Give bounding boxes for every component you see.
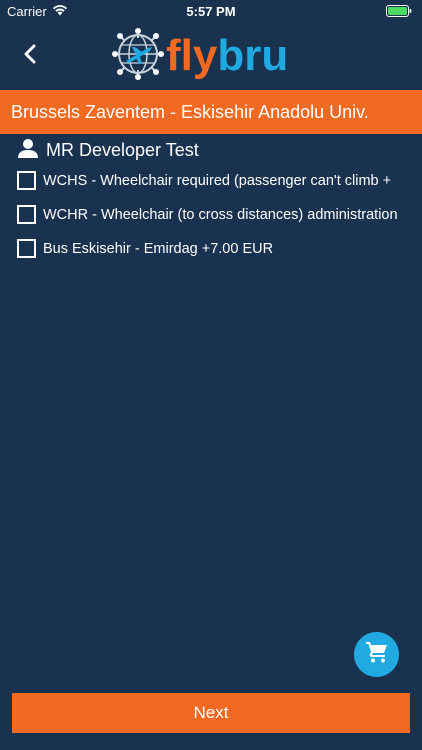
option-label: WCHR - Wheelchair (to cross distances) a… bbox=[43, 206, 398, 223]
option-wchs[interactable]: WCHS - Wheelchair required (passenger ca… bbox=[17, 169, 422, 192]
person-icon bbox=[18, 138, 38, 163]
chevron-left-icon bbox=[23, 44, 37, 69]
logo-text-bru: bru bbox=[217, 31, 289, 80]
battery-icon bbox=[386, 5, 412, 17]
shopping-cart-icon bbox=[365, 640, 389, 669]
service-options-list: WCHS - Wheelchair required (passenger ca… bbox=[17, 169, 422, 271]
cart-button[interactable] bbox=[354, 632, 399, 677]
passenger-header: MR Developer Test bbox=[18, 138, 199, 162]
option-wchr[interactable]: WCHR - Wheelchair (to cross distances) a… bbox=[17, 203, 422, 226]
option-label: WCHS - Wheelchair required (passenger ca… bbox=[43, 172, 392, 189]
screen: Carrier 5:57 PM fly bru Brussels Zavente… bbox=[0, 0, 422, 750]
status-time: 5:57 PM bbox=[186, 4, 236, 19]
wchs-checkbox[interactable] bbox=[17, 171, 36, 190]
next-button[interactable]: Next bbox=[12, 693, 410, 733]
option-label: Bus Eskisehir - Emirdag +7.00 EUR bbox=[43, 240, 274, 257]
status-bar: Carrier 5:57 PM bbox=[0, 0, 422, 22]
flybru-logo: fly bru bbox=[112, 27, 289, 85]
wchr-checkbox[interactable] bbox=[17, 205, 36, 224]
nav-bar: fly bru bbox=[0, 22, 422, 90]
logo-text-fly: fly bbox=[166, 31, 218, 80]
route-title: Brussels Zaventem - Eskisehir Anadolu Un… bbox=[11, 101, 369, 122]
option-bus-eskisehir-emirdag[interactable]: Bus Eskisehir - Emirdag +7.00 EUR bbox=[17, 237, 422, 260]
passenger-name: MR Developer Test bbox=[46, 139, 199, 160]
bus-checkbox[interactable] bbox=[17, 239, 36, 258]
globe-plane-icon bbox=[112, 27, 164, 85]
back-button[interactable] bbox=[14, 40, 46, 72]
route-banner: Brussels Zaventem - Eskisehir Anadolu Un… bbox=[0, 90, 422, 134]
